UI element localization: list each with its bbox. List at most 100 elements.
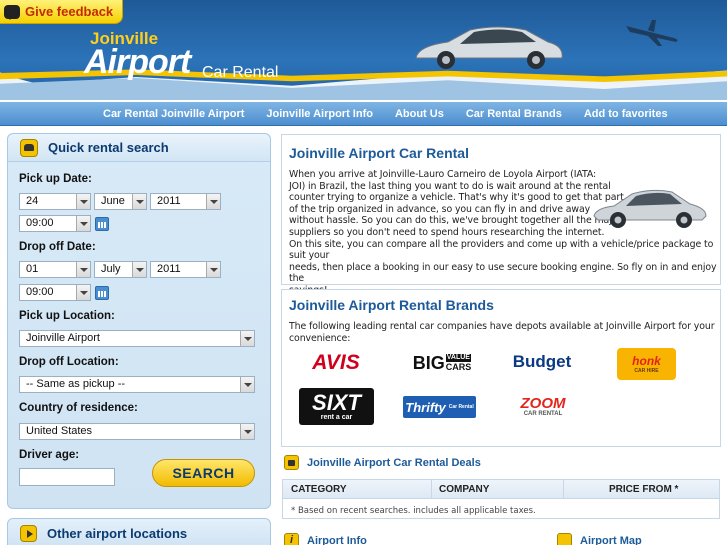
intro-line: When you arrive at Joinville-Lauro Carne… — [289, 169, 597, 180]
driver-age-label: Driver age: — [19, 449, 80, 461]
pickup-day-select[interactable]: 24 — [19, 193, 91, 210]
country-label: Country of residence: — [19, 402, 138, 414]
brands-paragraph: The following leading rental car compani… — [289, 321, 719, 344]
dropoff-location-label: Drop off Location: — [19, 356, 119, 368]
plane-icon — [626, 20, 678, 46]
big-logo-sub: VALUE CARS — [445, 354, 472, 372]
driver-age-input[interactable] — [19, 468, 115, 486]
column-price[interactable]: PRICE FROM * — [609, 484, 678, 495]
pickup-day-value: 24 — [26, 195, 39, 207]
quick-search-header: Quick rental search — [8, 134, 270, 162]
big-logo-cars: CARS — [445, 362, 472, 372]
info-icon: i — [284, 533, 299, 545]
deals-header: Joinville Airport Car Rental Deals — [284, 455, 481, 470]
country-select[interactable]: United States — [19, 423, 255, 440]
dropoff-month-select[interactable]: July — [94, 261, 147, 278]
chevron-down-icon — [76, 262, 90, 277]
deals-table: CATEGORY COMPANY PRICE FROM * * Based on… — [282, 479, 720, 519]
big-value-cars-logo[interactable]: BIG VALUE CARS — [407, 352, 477, 374]
main-nav: Car Rental Joinville Airport Joinville A… — [0, 101, 727, 126]
car-icon — [20, 138, 38, 157]
chevron-down-icon — [240, 377, 254, 392]
pickup-location-select[interactable]: Joinville Airport — [19, 330, 255, 347]
give-feedback-button[interactable]: Give feedback — [0, 0, 123, 24]
chevron-down-icon — [240, 424, 254, 439]
sixt-logo[interactable]: SIXT rent a car — [299, 388, 374, 425]
chevron-down-icon — [206, 262, 220, 277]
column-company[interactable]: COMPANY — [439, 484, 489, 495]
airport-info-label: Airport Info — [307, 534, 367, 545]
brands-line: convenience: — [289, 332, 351, 344]
zoom-logo-word: ZOOM — [520, 395, 566, 412]
logo-airport: Airport — [84, 43, 191, 81]
other-locations-panel[interactable]: Other airport locations — [7, 518, 271, 545]
column-category[interactable]: CATEGORY — [291, 484, 347, 495]
airport-map-label: Airport Map — [580, 534, 642, 545]
sixt-logo-sub: rent a car — [320, 413, 353, 421]
brands-title: Joinville Airport Rental Brands — [289, 297, 494, 313]
column-divider — [563, 480, 564, 499]
header-car-image — [415, 26, 563, 69]
pickup-year-select[interactable]: 2011 — [150, 193, 221, 210]
give-feedback-label: Give feedback — [25, 4, 114, 19]
intro-line: needs, then place a booking in our easy … — [289, 261, 717, 285]
chevron-down-icon — [76, 194, 90, 209]
thrifty-logo-word: Thrifty — [405, 399, 446, 415]
nav-item-favorites[interactable]: Add to favorites — [573, 102, 679, 125]
pickup-time-value: 09:00 — [26, 217, 54, 229]
nav-item-brands[interactable]: Car Rental Brands — [455, 102, 573, 125]
deals-table-header: CATEGORY COMPANY PRICE FROM * — [283, 480, 719, 499]
nav-item-car-rental[interactable]: Car Rental Joinville Airport — [92, 102, 255, 125]
dropoff-location-value: -- Same as pickup -- — [26, 378, 126, 390]
airport-info-link[interactable]: i Airport Info — [284, 533, 367, 545]
other-locations-title: Other airport locations — [47, 525, 188, 541]
dropoff-location-select[interactable]: -- Same as pickup -- — [19, 376, 255, 393]
pickup-date-label: Pick up Date: — [19, 173, 92, 185]
deals-note: * Based on recent searches. includes all… — [291, 506, 536, 516]
thrifty-logo-sub: Car Rental — [448, 404, 474, 410]
chevron-down-icon — [76, 216, 90, 231]
dropoff-year-select[interactable]: 2011 — [150, 261, 221, 278]
honk-logo[interactable]: honk CAR HIRE — [617, 348, 676, 380]
honk-logo-sub: CAR HIRE — [634, 367, 659, 374]
intro-line: On this site, you can compare all the pr… — [289, 238, 714, 262]
dropoff-year-value: 2011 — [157, 263, 181, 275]
map-pin-icon — [557, 533, 572, 545]
zoom-logo[interactable]: ZOOM CAR RENTAL — [512, 394, 574, 420]
dropoff-time-value: 09:00 — [26, 286, 54, 298]
pickup-time-select[interactable]: 09:00 — [19, 215, 91, 232]
chevron-down-icon — [132, 194, 146, 209]
chevron-down-icon — [206, 194, 220, 209]
brands-line: The following leading rental car compani… — [289, 321, 715, 332]
logo-car-rental: Car Rental — [202, 64, 279, 81]
speech-bubble-icon — [4, 4, 20, 20]
pickup-location-label: Pick up Location: — [19, 310, 115, 322]
big-logo-value: VALUE — [445, 354, 472, 362]
dropoff-time-select[interactable]: 09:00 — [19, 284, 91, 301]
thrifty-logo[interactable]: Thrifty Car Rental — [403, 396, 476, 418]
avis-logo[interactable]: AVIS — [306, 351, 366, 375]
big-logo-word: BIG — [412, 352, 445, 373]
chevron-down-icon — [132, 262, 146, 277]
car-icon — [284, 455, 299, 470]
search-button[interactable]: SEARCH — [152, 459, 255, 487]
quick-search-panel: Quick rental search Pick up Date: 24 Jun… — [7, 133, 271, 509]
pickup-location-value: Joinville Airport — [26, 332, 100, 344]
nav-item-about-us[interactable]: About Us — [384, 102, 455, 125]
calendar-icon[interactable] — [95, 217, 109, 231]
pickup-month-select[interactable]: June — [94, 193, 147, 210]
arrow-right-icon — [20, 524, 37, 542]
budget-logo[interactable]: Budget — [512, 350, 572, 374]
pickup-month-value: June — [101, 195, 125, 207]
sixt-logo-word: SIXT — [312, 389, 361, 415]
dropoff-day-value: 01 — [26, 263, 39, 275]
dropoff-month-value: July — [101, 263, 121, 275]
calendar-icon[interactable] — [95, 286, 109, 300]
airport-map-link[interactable]: Airport Map — [557, 533, 642, 545]
dropoff-day-select[interactable]: 01 — [19, 261, 91, 278]
country-value: United States — [26, 425, 93, 437]
pickup-year-value: 2011 — [157, 195, 181, 207]
intro-title: Joinville Airport Car Rental — [289, 145, 469, 161]
nav-item-airport-info[interactable]: Joinville Airport Info — [255, 102, 384, 125]
zoom-logo-sub: CAR RENTAL — [523, 411, 563, 417]
